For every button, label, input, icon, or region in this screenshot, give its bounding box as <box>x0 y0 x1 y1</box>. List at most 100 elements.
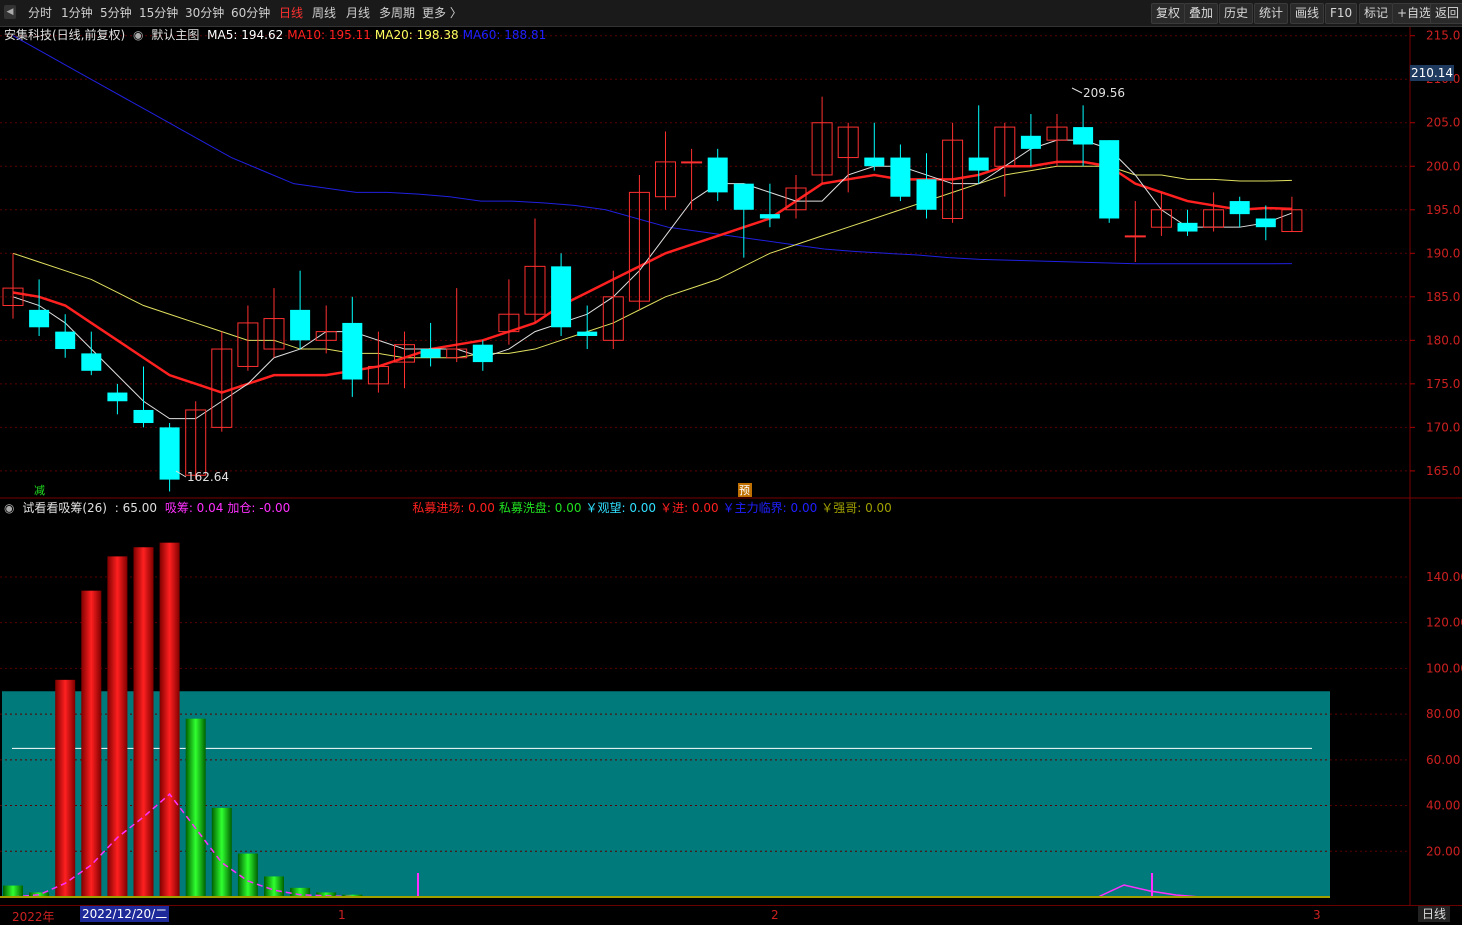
toolbar-button-2[interactable]: 历史 <box>1219 3 1254 24</box>
indicator-bar <box>55 679 76 897</box>
period-tab-4[interactable]: 30分钟 <box>185 4 224 22</box>
month-label: 2 <box>771 908 779 922</box>
price-tick-label: 190.0 <box>1426 246 1460 260</box>
candle-down <box>55 331 76 350</box>
toolbar-button-0[interactable]: 复权 <box>1151 3 1186 24</box>
indicator-bar <box>159 542 180 897</box>
date-axis: 2022年 1 2 3 <box>0 905 1462 924</box>
candle-down <box>420 349 441 358</box>
candle-up <box>681 161 703 164</box>
period-tab-6[interactable]: 日线 <box>279 4 303 22</box>
indicator-item-1: 加仓: -0.00 <box>227 501 291 515</box>
main-chart-info: 安集科技(日线,前复权) ◉ 默认主图 MA5: 194.62 MA10: 195… <box>4 26 554 42</box>
candle-down <box>472 344 493 363</box>
ind-tick-label: 20.00 <box>1426 844 1460 858</box>
indicator-item-4: ￥观望: 0.00 <box>585 501 657 515</box>
candle-down <box>577 331 598 336</box>
ma-label-1: MA10: 195.11 <box>287 28 371 42</box>
month-label: 1 <box>338 908 346 922</box>
candle-down <box>1020 135 1041 149</box>
candle-down <box>1229 201 1250 215</box>
indicator-item-2: 私募进场: 0.00 <box>412 501 495 515</box>
toolbar-button-6[interactable]: 标记 <box>1359 3 1394 24</box>
mark-predict: 预 <box>739 484 750 497</box>
indicator-bar <box>133 547 154 897</box>
candle-up <box>1124 235 1146 238</box>
mark-reduce: 减 <box>34 484 45 497</box>
toolbar-button-4[interactable]: 画线 <box>1290 3 1325 24</box>
indicator-info: ◉ 试看看吸筹(26) : 65.00 吸筹: 0.04 加仓: -0.00 私募进… <box>4 499 900 515</box>
indicator-bar <box>3 885 23 897</box>
candle-down <box>29 309 50 328</box>
price-tick-label: 195.0 <box>1426 203 1460 217</box>
ma-values: MA5: 194.62 MA10: 195.11 MA20: 198.38 MA60:… <box>207 28 550 42</box>
toolbar-button-8[interactable]: 返回 <box>1430 3 1462 24</box>
indicator-item-3: 私募洗盘: 0.00 <box>498 501 582 515</box>
settings-circle-icon[interactable]: ◉ <box>133 28 143 42</box>
price-tick-label: 175.0 <box>1426 377 1460 391</box>
indicator-item-6: ￥主力临界: 0.00 <box>722 501 818 515</box>
kline-chart[interactable]: 215.0210.0205.0200.0195.0190.0185.0180.0… <box>0 0 1462 923</box>
month-label: 3 <box>1313 908 1321 922</box>
period-tab-5[interactable]: 60分钟 <box>231 4 270 22</box>
indicator-item-7: ￥强哥: 0.00 <box>821 501 892 515</box>
high-pointer <box>1071 87 1083 94</box>
period-tab-3[interactable]: 15分钟 <box>139 4 178 22</box>
settings-circle-icon[interactable]: ◉ <box>4 501 14 515</box>
main-chart-label[interactable]: 默认主图 <box>151 28 199 42</box>
price-tick-label: 200.0 <box>1426 159 1460 173</box>
candle-down <box>1255 218 1276 228</box>
indicator-value: : 65.00 <box>114 501 157 515</box>
candle-down <box>342 322 363 380</box>
candle-down <box>107 392 128 402</box>
candle-down <box>81 353 102 371</box>
indicator-bar <box>264 876 284 897</box>
collapse-arrow-icon[interactable]: ◀ <box>4 5 16 19</box>
candle-down <box>759 214 780 219</box>
high-price-label: 209.56 <box>1083 86 1125 100</box>
price-tick-label: 185.0 <box>1426 290 1460 304</box>
toolbar-button-3[interactable]: 统计 <box>1254 3 1289 24</box>
current-price-tag: 210.14 <box>1410 65 1454 81</box>
indicator-items: 吸筹: 0.04 加仓: -0.00 私募进场: 0.00 私募洗盘: 0.00 ￥观望… <box>165 501 896 515</box>
toolbar-button-1[interactable]: 叠加 <box>1184 3 1219 24</box>
ind-tick-label: 140.00 <box>1426 570 1462 584</box>
price-tick-label: 170.0 <box>1426 420 1460 434</box>
candle-down <box>707 157 728 193</box>
candle-down <box>551 266 572 328</box>
indicator-bar <box>185 718 206 897</box>
ind-tick-label: 80.00 <box>1426 707 1460 721</box>
price-tick-label: 215.0 <box>1426 29 1460 43</box>
period-tab-8[interactable]: 月线 <box>346 4 370 22</box>
candle-down <box>1177 222 1198 232</box>
ind-tick-label: 60.00 <box>1426 753 1460 767</box>
toolbar-button-5[interactable]: F10 <box>1325 3 1358 24</box>
price-tick-label: 205.0 <box>1426 116 1460 130</box>
ma-label-0: MA5: 194.62 <box>207 28 284 42</box>
candle-down <box>290 309 311 341</box>
period-tab-9[interactable]: 多周期 <box>379 4 415 22</box>
indicator-name[interactable]: 试看看吸筹(26) <box>22 501 107 515</box>
toolbar: ◀ 分时 1分钟 5分钟 15分钟 30分钟 60分钟 日线 周线 月线 多周期 更多 〉 复权 叠加历… <box>0 0 1462 27</box>
ind-tick-label: 120.00 <box>1426 616 1462 630</box>
year-label: 2022年 <box>12 910 55 924</box>
ma-label-3: MA60: 188.81 <box>462 28 547 42</box>
candle-down <box>1073 127 1094 145</box>
candle-down <box>1099 140 1120 219</box>
low-price-label: 162.64 <box>187 470 229 484</box>
price-tick-label: 165.0 <box>1426 464 1460 478</box>
period-indicator[interactable]: 日线 <box>1418 906 1451 922</box>
period-tab-7[interactable]: 周线 <box>312 4 336 22</box>
period-tab-0[interactable]: 分时 <box>28 4 52 22</box>
candle-down <box>864 157 885 167</box>
candle-down <box>133 409 154 424</box>
ind-tick-label: 100.00 <box>1426 661 1462 675</box>
candle-down <box>890 157 911 197</box>
price-tick-label: 180.0 <box>1426 333 1460 347</box>
indicator-bar <box>81 590 102 897</box>
period-tab-1[interactable]: 1分钟 <box>61 4 93 22</box>
period-tab-10[interactable]: 更多 〉 <box>422 4 462 22</box>
period-tab-2[interactable]: 5分钟 <box>100 4 132 22</box>
candle-down <box>733 183 754 210</box>
crosshair-date: 2022/12/20/二 <box>80 906 170 922</box>
